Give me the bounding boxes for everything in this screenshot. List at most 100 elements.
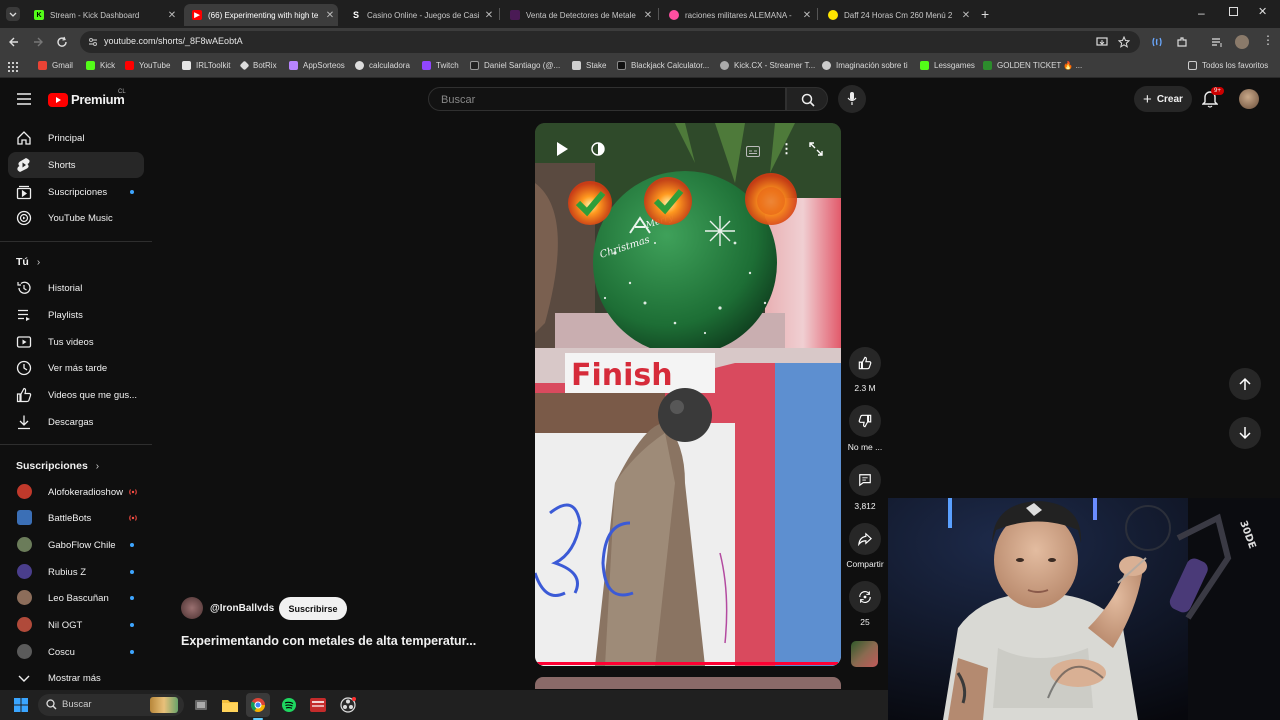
bookmark-stake[interactable]: Stake [572, 61, 606, 70]
subscription-item[interactable]: Coscu [8, 639, 144, 665]
dislike-button[interactable] [849, 405, 881, 437]
tab-search-button[interactable] [6, 7, 20, 21]
sidebar-item-suscripciones[interactable]: Suscripciones [8, 179, 144, 205]
chrome-taskbar-button[interactable] [246, 693, 270, 717]
remix-button[interactable] [849, 581, 881, 613]
next-short-preview[interactable] [535, 677, 841, 689]
subscribe-button[interactable]: Suscribirse [279, 597, 347, 620]
search-input[interactable]: Buscar [428, 87, 786, 111]
sidebar-item-descargas[interactable]: Descargas [8, 409, 144, 435]
browser-tab-3[interactable]: Venta de Detectores de Metale ✕ [502, 4, 656, 26]
bookmark-gmail[interactable]: Gmail [38, 61, 73, 70]
reload-icon[interactable] [56, 36, 68, 48]
more-options-icon[interactable]: ⋮ [780, 141, 793, 157]
bookmark-imaginacion[interactable]: Imaginación sobre ti [822, 61, 908, 70]
subscription-item[interactable]: Nil OGT [8, 612, 144, 638]
browser-tab-4[interactable]: raciones militares ALEMANA - ✕ [661, 4, 815, 26]
subscription-item[interactable]: Rubius Z [8, 559, 144, 585]
short-title[interactable]: Experimentando con metales de alta tempe… [181, 634, 476, 648]
install-app-icon[interactable] [1096, 36, 1108, 48]
browser-tab-2[interactable]: S Casino Online - Juegos de Casi ✕ [343, 4, 497, 26]
apps-grid-icon[interactable] [8, 62, 18, 72]
subscription-item[interactable]: Leo Bascuñan [8, 585, 144, 611]
extension-icon[interactable] [1151, 36, 1163, 48]
bookmark-x[interactable]: Daniel Santiago (@... [470, 61, 560, 70]
close-tab-icon[interactable]: ✕ [958, 10, 974, 21]
like-button[interactable] [849, 347, 881, 379]
windows-start-icon[interactable] [14, 698, 28, 712]
bookmark-calculadora[interactable]: calculadora [355, 61, 410, 70]
back-icon[interactable] [8, 36, 20, 48]
bookmark-appsorteos[interactable]: AppSorteos [289, 61, 345, 70]
create-button[interactable]: + Crear [1134, 86, 1192, 112]
share-button[interactable] [849, 523, 881, 555]
media-app-icon[interactable] [310, 698, 326, 712]
minimize-icon[interactable]: – [1198, 6, 1205, 20]
voice-search-button[interactable] [838, 85, 866, 113]
sound-thumbnail[interactable] [851, 641, 878, 667]
play-button[interactable] [555, 141, 569, 162]
bookmark-twitch[interactable]: Twitch [422, 61, 459, 70]
show-more-button[interactable]: Mostrar más [8, 665, 144, 691]
fullscreen-button[interactable] [809, 142, 823, 161]
taskbar-search[interactable]: Buscar [38, 694, 184, 716]
bookmark-irltoolkit[interactable]: IRLToolkit [182, 61, 231, 70]
subscriptions-section-header[interactable]: Suscripciones › [16, 460, 99, 472]
bookmark-golden-ticket[interactable]: GOLDEN TICKET 🔥 ... [983, 61, 1082, 70]
subscription-item[interactable]: BattleBots [8, 505, 144, 531]
task-view-icon[interactable] [194, 698, 208, 712]
file-explorer-icon[interactable] [222, 698, 238, 712]
sidebar-item-videos-me-gustan[interactable]: Videos que me gus... [8, 382, 144, 408]
hamburger-menu-icon[interactable] [17, 93, 31, 105]
sidebar-item-ver-mas-tarde[interactable]: Ver más tarde [8, 355, 144, 381]
notifications-button[interactable]: 9+ [1201, 87, 1224, 113]
comments-button[interactable] [849, 464, 881, 496]
you-section-header[interactable]: Tú › [16, 256, 40, 268]
extensions-puzzle-icon[interactable] [1176, 36, 1188, 48]
account-avatar[interactable] [1239, 89, 1259, 109]
short-video-player[interactable]: Merry Christmas Finish [535, 123, 841, 666]
close-tab-icon[interactable]: ✕ [481, 10, 497, 21]
browser-tab-1[interactable]: ▶ (66) Experimenting with high te ✕ [184, 4, 338, 26]
forward-icon[interactable] [32, 36, 44, 48]
maximize-icon[interactable] [1229, 7, 1238, 16]
bookmark-star-icon[interactable] [1118, 36, 1130, 48]
browser-tab-0[interactable]: K Stream - Kick Dashboard ✕ [26, 4, 180, 26]
obs-icon[interactable] [340, 697, 356, 713]
close-window-icon[interactable]: ✕ [1258, 5, 1267, 18]
bookmark-lessgames[interactable]: Lessgames [920, 61, 975, 70]
spotify-icon[interactable] [282, 698, 296, 712]
site-info-icon[interactable] [88, 37, 98, 47]
youtube-premium-logo[interactable]: Premium [48, 92, 125, 107]
sidebar-item-youtube-music[interactable]: YouTube Music [8, 205, 144, 231]
bookmark-kick[interactable]: Kick [86, 61, 115, 70]
profile-avatar[interactable] [1235, 35, 1249, 49]
close-tab-icon[interactable]: ✕ [799, 10, 815, 21]
progress-track[interactable] [535, 662, 841, 665]
captions-button[interactable] [746, 144, 760, 162]
browser-tab-5[interactable]: Daff 24 Horas Cm 260 Menú 2 ✕ [820, 4, 974, 26]
sidebar-item-shorts[interactable]: Shorts [8, 152, 144, 178]
subscription-item[interactable]: GaboFlow Chile [8, 532, 144, 558]
close-tab-icon[interactable]: ✕ [322, 10, 338, 21]
chrome-menu-icon[interactable]: ⋮ [1262, 33, 1274, 47]
bookmark-blackjack[interactable]: Blackjack Calculator... [617, 61, 709, 70]
all-bookmarks-folder[interactable]: Todos los favoritos [1188, 61, 1268, 70]
omnibox[interactable]: youtube.com/shorts/_8F8wAEobtA [80, 31, 1140, 53]
bookmark-botrix[interactable]: BotRix [239, 60, 277, 71]
sidebar-item-tus-videos[interactable]: Tus videos [8, 329, 144, 355]
new-tab-button[interactable]: + [981, 6, 989, 22]
channel-avatar[interactable] [181, 597, 203, 619]
close-tab-icon[interactable]: ✕ [164, 10, 180, 21]
sidebar-item-principal[interactable]: Principal [8, 125, 144, 151]
media-controls-icon[interactable] [1211, 36, 1223, 48]
previous-short-button[interactable] [1229, 368, 1261, 400]
subscription-item[interactable]: Alofokeradioshow [8, 479, 144, 505]
channel-handle[interactable]: @IronBallvds [210, 603, 274, 614]
bookmark-kickcx[interactable]: Kick.CX - Streamer T... [720, 61, 815, 70]
sidebar-item-historial[interactable]: Historial [8, 275, 144, 301]
sidebar-item-playlists[interactable]: Playlists [8, 302, 144, 328]
close-tab-icon[interactable]: ✕ [640, 10, 656, 21]
bookmark-youtube[interactable]: YouTube [125, 61, 170, 70]
search-button[interactable] [786, 87, 828, 111]
